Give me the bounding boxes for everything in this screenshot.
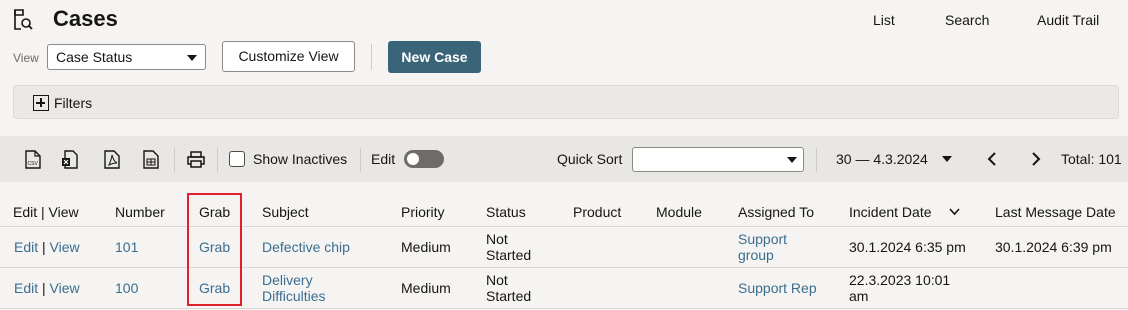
- column-header-module[interactable]: Module: [656, 204, 702, 220]
- toolbar-divider: [174, 148, 175, 172]
- column-header-number[interactable]: Number: [115, 204, 165, 220]
- column-header-priority[interactable]: Priority: [401, 204, 445, 220]
- svg-text:CSV: CSV: [28, 161, 39, 167]
- edit-view-links: Edit | View: [14, 239, 80, 255]
- sort-descending-icon[interactable]: [949, 208, 960, 216]
- chevron-left-icon[interactable]: [987, 152, 997, 166]
- quick-sort-select[interactable]: [632, 147, 804, 172]
- show-inactives-checkbox[interactable]: [229, 151, 245, 167]
- row-divider: [0, 226, 1128, 227]
- last-message-date-cell: 30.1.2024 6:39 pm: [995, 239, 1112, 255]
- show-inactives-label: Show Inactives: [253, 151, 348, 167]
- link-separator: |: [42, 239, 50, 255]
- column-header-subject[interactable]: Subject: [262, 204, 309, 220]
- incident-date-cell: 22.3.2023 10:01 am: [849, 272, 950, 304]
- nav-audit-trail[interactable]: Audit Trail: [1037, 12, 1099, 28]
- date-range-selector[interactable]: 30 — 4.3.2024: [836, 151, 928, 167]
- incident-line: 22.3.2023 10:01: [849, 272, 951, 288]
- view-link[interactable]: View: [50, 239, 80, 255]
- case-number-link[interactable]: 100: [115, 280, 138, 296]
- toolbar-divider: [217, 148, 218, 172]
- spreadsheet-icon[interactable]: [143, 150, 159, 169]
- view-select-value: Case Status: [56, 49, 133, 65]
- column-header-incident-date[interactable]: Incident Date: [849, 204, 932, 220]
- view-label: View: [13, 51, 39, 65]
- nav-list[interactable]: List: [873, 12, 895, 28]
- column-header-edit-view: Edit | View: [13, 204, 79, 220]
- excel-icon[interactable]: [62, 150, 78, 169]
- chevron-down-icon: [787, 157, 797, 163]
- case-number-link[interactable]: 101: [115, 239, 138, 255]
- status-line: Not: [486, 231, 508, 247]
- grab-column-highlight: [187, 193, 242, 306]
- status-cell: Not Started: [486, 272, 531, 304]
- filters-label: Filters: [54, 95, 93, 111]
- plus-icon[interactable]: [33, 95, 49, 111]
- print-icon[interactable]: [187, 150, 205, 169]
- edit-view-links: Edit | View: [14, 280, 80, 296]
- toolbar-divider: [360, 148, 361, 172]
- column-header-status[interactable]: Status: [486, 204, 526, 220]
- subject-link[interactable]: Delivery Difficulties: [262, 272, 326, 304]
- filters-panel[interactable]: Filters: [13, 85, 1119, 119]
- toggle-knob: [407, 153, 419, 165]
- status-line: Started: [486, 288, 532, 304]
- row-divider: [0, 267, 1128, 268]
- subject-line: Delivery: [262, 272, 313, 288]
- assigned-line: Support: [738, 231, 788, 247]
- new-case-button[interactable]: New Case: [388, 41, 481, 73]
- incident-date-cell: 30.1.2024 6:35 pm: [849, 239, 966, 255]
- total-count: Total: 101: [1061, 151, 1122, 167]
- divider: [371, 44, 372, 70]
- column-header-assigned-to[interactable]: Assigned To: [738, 204, 814, 220]
- chevron-down-icon: [187, 55, 197, 61]
- nav-search[interactable]: Search: [945, 12, 989, 28]
- status-cell: Not Started: [486, 231, 531, 263]
- quick-sort-label: Quick Sort: [557, 151, 623, 167]
- chevron-right-icon[interactable]: [1031, 152, 1041, 166]
- page-header: Cases List Search Audit Trail: [0, 0, 1128, 40]
- chevron-down-icon[interactable]: [942, 156, 952, 162]
- view-link[interactable]: View: [50, 280, 80, 296]
- assigned-line: group: [738, 247, 774, 263]
- edit-toggle[interactable]: [404, 150, 444, 168]
- table-toolbar: CSV Show Inactives Edit Quick Sort 30 — …: [0, 136, 1128, 182]
- csv-icon[interactable]: CSV: [25, 150, 41, 169]
- edit-toggle-label: Edit: [371, 151, 396, 167]
- subject-link[interactable]: Defective chip: [262, 239, 350, 255]
- pdf-icon[interactable]: [104, 150, 120, 169]
- row-divider: [0, 308, 1128, 309]
- toolbar-divider: [816, 148, 817, 172]
- incident-line: am: [849, 288, 869, 304]
- assigned-to-link[interactable]: Support group: [738, 231, 787, 263]
- priority-cell: Medium: [401, 280, 451, 296]
- customize-view-button[interactable]: Customize View: [222, 41, 355, 72]
- priority-cell: Medium: [401, 239, 451, 255]
- status-line: Started: [486, 247, 532, 263]
- subject-line: Difficulties: [262, 288, 326, 304]
- column-header-last-message-date[interactable]: Last Message Date: [995, 204, 1116, 220]
- status-line: Not: [486, 272, 508, 288]
- link-separator: |: [42, 280, 50, 296]
- edit-link[interactable]: Edit: [14, 239, 38, 255]
- edit-link[interactable]: Edit: [14, 280, 38, 296]
- assigned-to-link[interactable]: Support Rep: [738, 280, 817, 296]
- cases-icon: [14, 9, 33, 30]
- column-header-product[interactable]: Product: [573, 204, 621, 220]
- page-title: Cases: [53, 6, 118, 31]
- view-select[interactable]: Case Status: [47, 44, 206, 70]
